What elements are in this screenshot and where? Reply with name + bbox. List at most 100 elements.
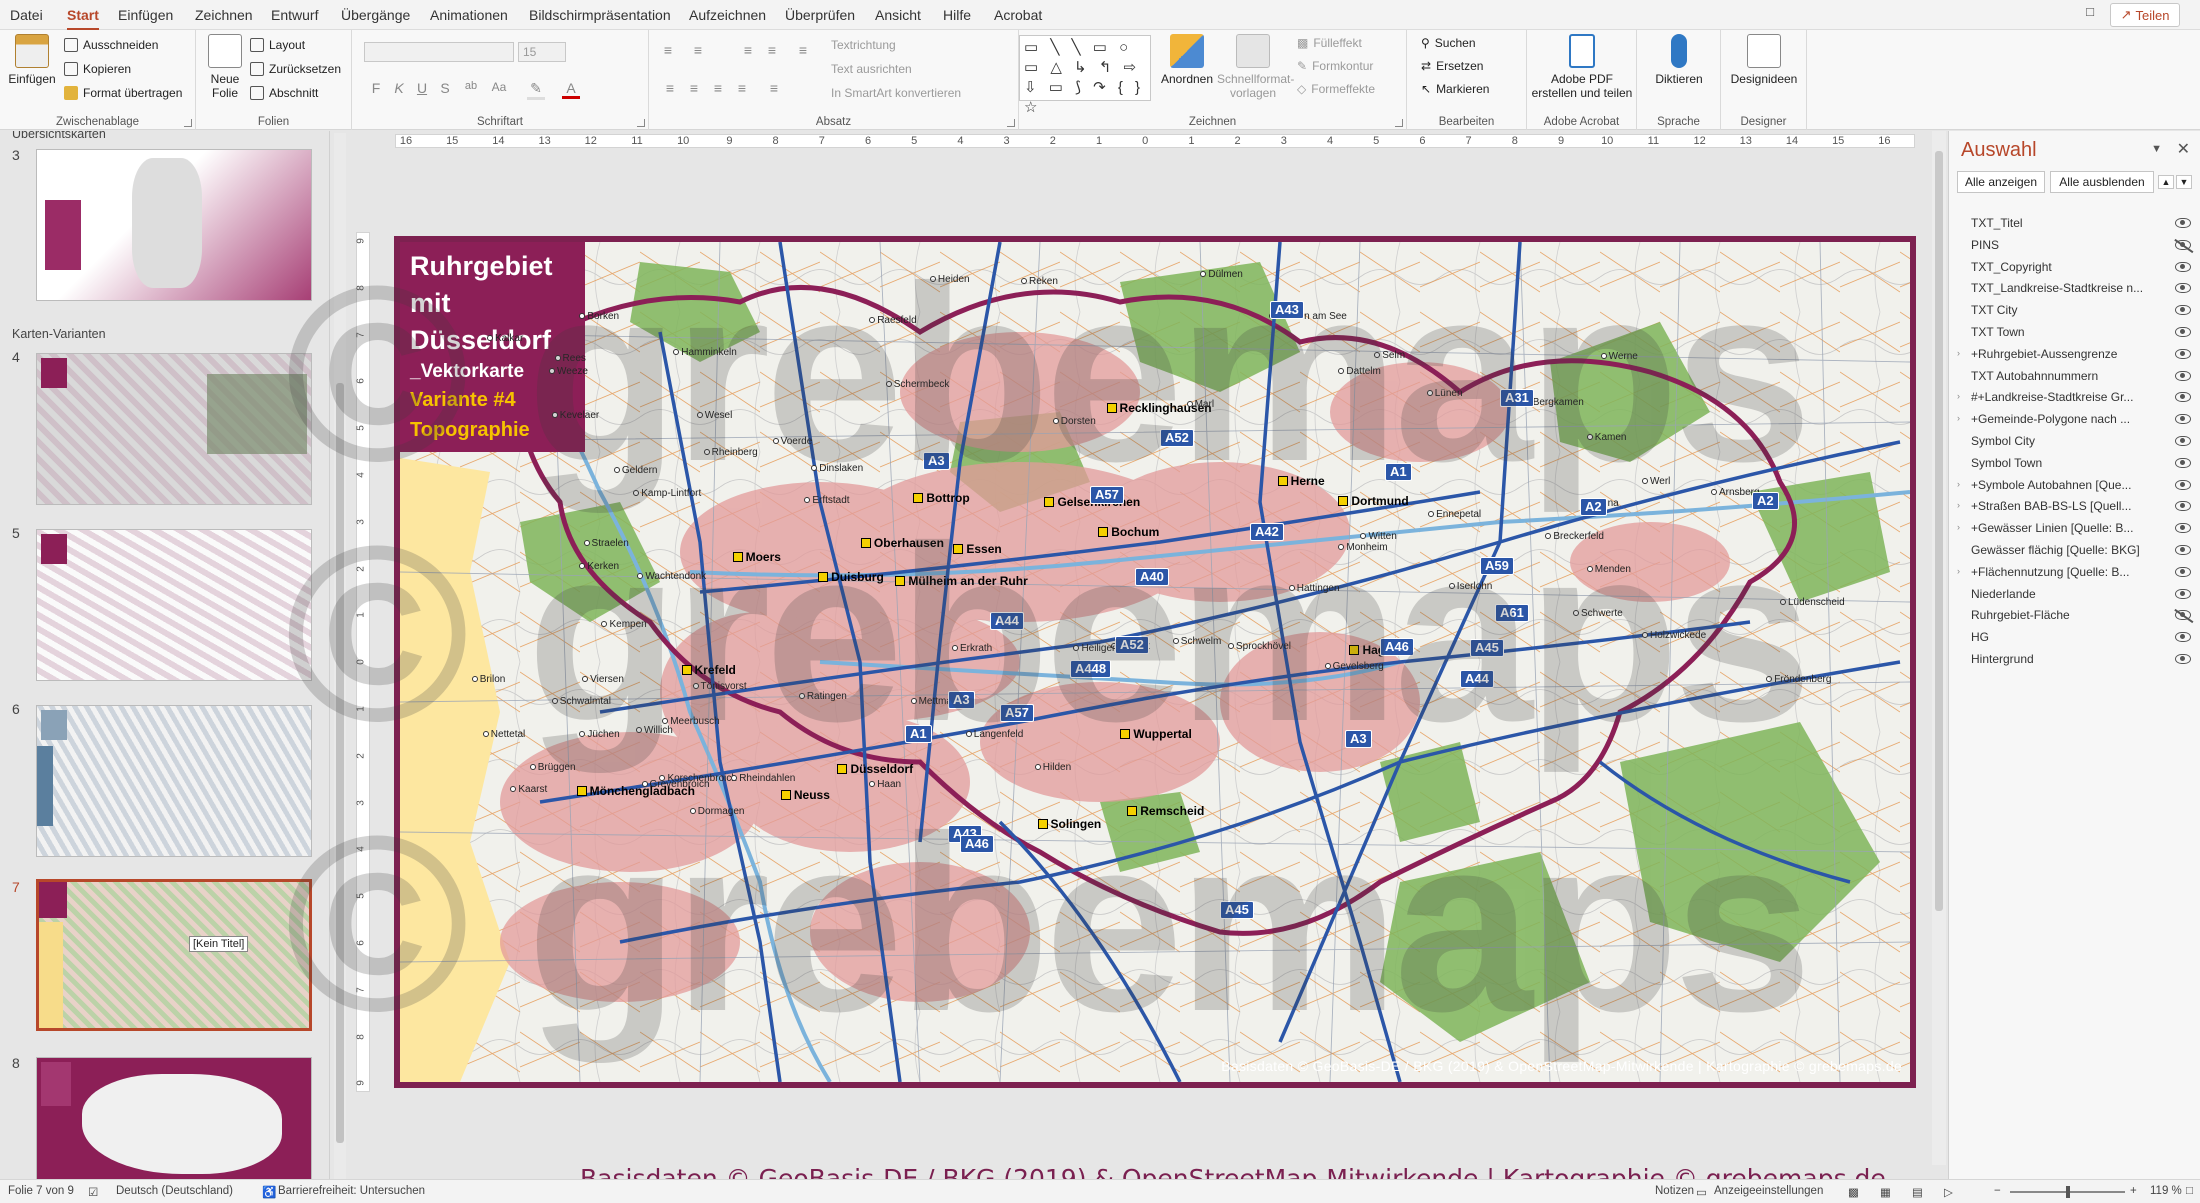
bullets-icon[interactable]: ≡ (659, 42, 677, 58)
layer-item[interactable]: TXT Autobahnnummern (1971, 366, 2191, 386)
expand-chevron-icon[interactable]: › (1957, 566, 1960, 576)
highlight-icon[interactable]: ✎ (527, 80, 545, 100)
layer-item[interactable]: TXT_Copyright (1971, 257, 2191, 277)
comment-icon[interactable]: □ (2078, 4, 2102, 26)
slide-thumbnail-4[interactable] (36, 353, 312, 505)
tab-entwurf[interactable]: Entwurf (271, 7, 318, 23)
strikethrough-button[interactable]: S (436, 80, 454, 96)
align-text-button[interactable]: Text ausrichten (831, 62, 912, 76)
zoom-in-icon[interactable]: + (2130, 1185, 2137, 1197)
layer-item[interactable]: TXT_Landkreise-Stadtkreise n... (1971, 278, 2191, 298)
thumbnail-scrollbar[interactable] (334, 133, 346, 1179)
zoom-slider-knob[interactable] (2066, 1186, 2070, 1198)
dictate-button[interactable]: Diktieren (1645, 34, 1713, 86)
tab-zeichnen[interactable]: Zeichnen (195, 7, 253, 23)
align-left-icon[interactable]: ≡ (661, 80, 679, 96)
layer-item[interactable]: +Ruhrgebiet-Aussengrenze (1971, 344, 2191, 364)
layer-item[interactable]: Niederlande (1971, 584, 2191, 604)
align-right-icon[interactable]: ≡ (709, 80, 727, 96)
section-header[interactable]: Übersichtskarten (12, 131, 106, 141)
italic-button[interactable]: K (390, 80, 408, 96)
tab-uebergaenge[interactable]: Übergänge (341, 7, 410, 23)
layer-item[interactable]: +Straßen BAB-BS-LS [Quell... (1971, 496, 2191, 516)
expand-chevron-icon[interactable]: › (1957, 500, 1960, 510)
expand-chevron-icon[interactable]: › (1957, 413, 1960, 423)
eye-icon[interactable] (2175, 523, 2191, 534)
accessibility-status[interactable]: Barrierefreiheit: Untersuchen (278, 1185, 425, 1197)
tab-animationen[interactable]: Animationen (430, 7, 508, 23)
indent-increase-icon[interactable]: ≡ (763, 42, 781, 58)
expand-chevron-icon[interactable]: › (1957, 522, 1960, 532)
eye-icon[interactable] (2175, 283, 2191, 294)
slideshow-icon[interactable]: ▷ (1944, 1185, 1953, 1199)
eye-icon[interactable] (2175, 305, 2191, 316)
slide-sorter-icon[interactable]: ▦ (1880, 1185, 1891, 1199)
layer-item[interactable]: +Gemeinde-Polygone nach ... (1971, 409, 2191, 429)
eye-hidden-icon[interactable] (2175, 239, 2191, 250)
slide-thumbnail-6[interactable] (36, 705, 312, 857)
horizontal-ruler[interactable]: 16 15 14 13 12 11 10 9 8 7 6 5 4 3 2 1 0 1 2 3 4 5 6 7 8 9 10 11 12 1… (395, 134, 1915, 148)
new-slide-button[interactable]: Neue Folie (204, 34, 246, 100)
section-button[interactable]: Abschnitt (250, 86, 318, 100)
notes-button[interactable]: Notizen (1655, 1185, 1694, 1197)
tab-start[interactable]: Start (67, 7, 99, 31)
layer-item[interactable]: Symbol City (1971, 431, 2191, 451)
tab-einfuegen[interactable]: Einfügen (118, 7, 173, 23)
scrollbar-thumb[interactable] (1935, 151, 1943, 911)
layer-item[interactable]: +Symbole Autobahnen [Que... (1971, 475, 2191, 495)
bold-button[interactable]: F (367, 80, 385, 96)
eye-icon[interactable] (2175, 261, 2191, 272)
layer-item[interactable]: TXT_Titel (1971, 213, 2191, 233)
layer-item[interactable]: +Gewässer Linien [Quelle: B... (1971, 518, 2191, 538)
find-button[interactable]: ⚲ Suchen (1421, 36, 1476, 50)
share-button[interactable]: ↗ Teilen (2110, 3, 2180, 27)
tab-datei[interactable]: Datei (10, 7, 43, 23)
slide-counter[interactable]: Folie 7 von 9 (8, 1185, 74, 1197)
eye-icon[interactable] (2175, 457, 2191, 468)
layer-item[interactable]: HG (1971, 627, 2191, 647)
quick-styles-button[interactable]: Schnellformat-vorlagen (1217, 34, 1294, 100)
paste-button[interactable]: Einfügen (8, 34, 56, 86)
justify-icon[interactable]: ≡ (733, 80, 751, 96)
language-indicator[interactable]: Deutsch (Deutschland) (116, 1185, 233, 1197)
change-case-button[interactable]: Aa (490, 80, 508, 94)
shapes-gallery[interactable]: ▭ ╲ ╲ ▭ ○ ▭ △ ↳ ↰ ⇨ ⇩ ▭ ⟆ ↷ { } ☆ (1019, 35, 1151, 116)
arrange-button[interactable]: Anordnen (1159, 34, 1215, 86)
dialog-launcher-icon[interactable] (1395, 119, 1403, 127)
font-family-combo[interactable] (364, 42, 514, 62)
reading-view-icon[interactable]: ▤ (1912, 1185, 1923, 1199)
bring-forward-icon[interactable]: ▲ (2158, 175, 2174, 189)
zoom-level[interactable]: 119 % (2150, 1185, 2182, 1197)
expand-chevron-icon[interactable]: › (1957, 391, 1960, 401)
create-pdf-button[interactable]: Adobe PDF erstellen und teilen (1529, 34, 1635, 100)
layout-button[interactable]: Layout (250, 38, 305, 52)
section-header[interactable]: Karten-Varianten (12, 327, 106, 341)
slide-thumbnail-7[interactable]: [Kein Titel] (36, 879, 312, 1031)
show-all-button[interactable]: Alle anzeigen (1957, 171, 2045, 193)
layer-item[interactable]: +Flächennutzung [Quelle: B... (1971, 562, 2191, 582)
eye-icon[interactable] (2175, 327, 2191, 337)
slide-thumbnail-3[interactable] (36, 149, 312, 301)
text-direction-button[interactable]: Textrichtung (831, 38, 896, 52)
slide-canvas[interactable]: Ruhrgebiet mit Düsseldorf _Vektorkarte V… (394, 236, 1916, 1088)
layer-item[interactable]: TXT City (1971, 300, 2191, 320)
shape-effects-button[interactable]: ◇ Formeffekte (1297, 82, 1375, 96)
tab-aufzeichnen[interactable]: Aufzeichnen (689, 7, 766, 23)
normal-view-icon[interactable]: ▩ (1848, 1185, 1859, 1199)
eye-hidden-icon[interactable] (2175, 610, 2191, 621)
columns-icon[interactable]: ≡ (765, 80, 783, 96)
display-settings-button[interactable]: Anzeigeeinstellungen (1714, 1185, 1823, 1197)
layer-item[interactable]: Symbol Town (1971, 453, 2191, 473)
indent-decrease-icon[interactable]: ≡ (739, 42, 757, 58)
char-spacing-button[interactable]: ab (462, 80, 480, 92)
eye-icon[interactable] (2175, 632, 2191, 643)
map-credit[interactable]: Basisdaten © GeoBasis-DE / BKG (2019) & … (1221, 1058, 1902, 1074)
layer-item[interactable]: Gewässer flächig [Quelle: BKG] (1971, 540, 2191, 560)
eye-icon[interactable] (2175, 218, 2191, 228)
copy-button[interactable]: Kopieren (64, 62, 131, 76)
tab-ueberpruefen[interactable]: Überprüfen (785, 7, 855, 23)
scrollbar-thumb[interactable] (336, 383, 344, 1143)
eye-icon[interactable] (2175, 348, 2191, 359)
expand-chevron-icon[interactable]: › (1957, 479, 1960, 489)
dialog-launcher-icon[interactable] (637, 119, 645, 127)
